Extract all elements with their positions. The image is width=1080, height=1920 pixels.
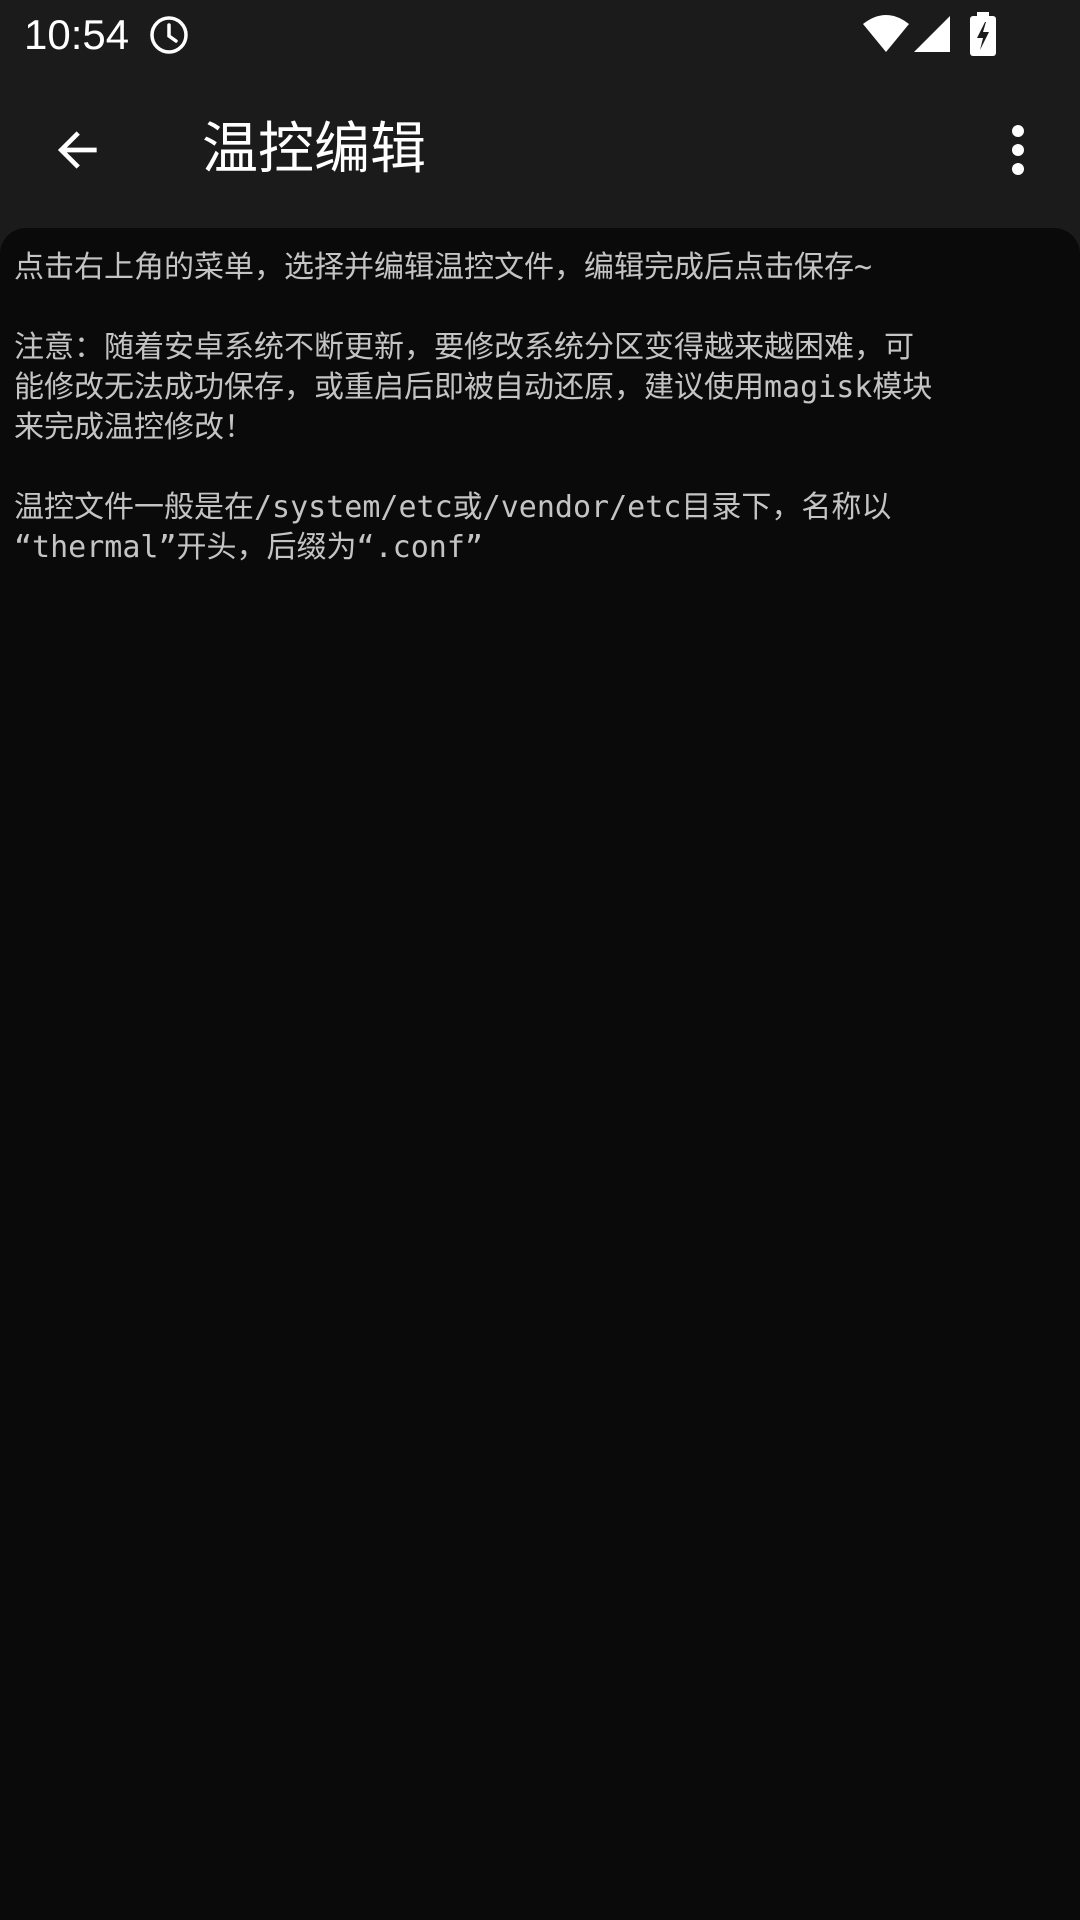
info-line-7: 温控文件一般是在/system/etc或/vendor/etc目录下，名称以 bbox=[14, 490, 892, 525]
info-line-3: 注意：随着安卓系统不断更新，要修改系统分区变得越来越困难，可 bbox=[14, 330, 914, 365]
content-card: 点击右上角的菜单，选择并编辑温控文件，编辑完成后点击保存~ 注意：随着安卓系统不… bbox=[0, 228, 1080, 1920]
overflow-menu-button[interactable] bbox=[978, 110, 1058, 190]
wifi-icon bbox=[863, 15, 909, 52]
arrow-back-icon bbox=[57, 131, 97, 169]
more-vert-icon bbox=[1012, 125, 1024, 175]
battery-charging-icon bbox=[970, 12, 996, 56]
info-line-6 bbox=[14, 448, 1066, 488]
alarm-icon bbox=[150, 16, 188, 54]
app-bar: 温控编辑 bbox=[0, 70, 1080, 230]
cellular-signal-icon bbox=[914, 16, 950, 52]
info-line-8: “thermal”开头，后缀为“.conf” bbox=[14, 530, 483, 565]
status-time: 10:54 bbox=[24, 11, 130, 58]
info-line-5: 来完成温控修改！ bbox=[14, 410, 254, 445]
info-line-1: 点击右上角的菜单，选择并编辑温控文件，编辑完成后点击保存~ bbox=[14, 250, 873, 285]
back-button[interactable] bbox=[30, 110, 126, 190]
info-line-4: 能修改无法成功保存，或重启后即被自动还原，建议使用magisk模块 bbox=[14, 370, 933, 405]
page-title: 温控编辑 bbox=[202, 117, 426, 182]
info-line-2 bbox=[14, 288, 1066, 328]
status-bar: 10:54 bbox=[0, 0, 1080, 70]
